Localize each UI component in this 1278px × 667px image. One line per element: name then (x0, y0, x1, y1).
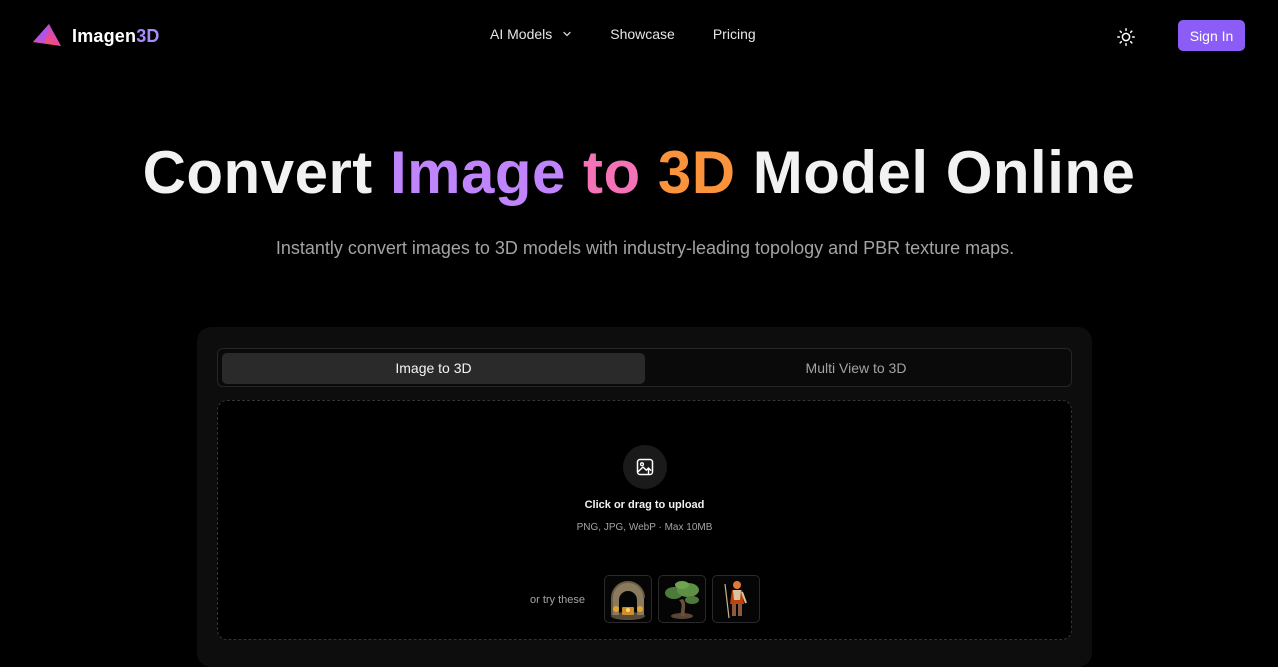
brand-logo[interactable]: Imagen3D (32, 22, 160, 50)
sample-bonsai-tree[interactable] (658, 575, 706, 623)
main-nav: AI Models Showcase Pricing (490, 26, 794, 42)
hero-title-to: to (565, 139, 658, 206)
bonsai-tree-thumbnail (665, 581, 699, 619)
hero-title-image: Image (389, 139, 566, 206)
hero-title-part3: Model Online (735, 139, 1136, 206)
upload-dropzone[interactable]: Click or drag to upload PNG, JPG, WebP ·… (217, 400, 1072, 640)
nav-pricing[interactable]: Pricing (713, 26, 756, 42)
hero-subtitle: Instantly convert images to 3D models wi… (275, 238, 1015, 258)
sun-icon (1117, 28, 1135, 46)
image-upload-icon (636, 458, 654, 476)
warrior-figure-thumbnail (724, 581, 747, 619)
upload-title: Click or drag to upload (584, 499, 705, 511)
hero-title: Convert Image to 3D Model Online (0, 138, 1278, 207)
nav-showcase[interactable]: Showcase (610, 26, 675, 42)
stone-archway-thumbnail (611, 581, 645, 620)
try-samples-label: or try these (530, 594, 586, 606)
nav-pricing-label: Pricing (712, 26, 756, 42)
chevron-down-icon (563, 31, 571, 37)
tab-multi-view-to-3d[interactable]: Multi View to 3D (645, 353, 1067, 384)
brand-name: Imagen3D (72, 25, 160, 46)
nav-showcase-label: Showcase (610, 26, 675, 42)
upload-hint: PNG, JPG, WebP · Max 10MB (576, 522, 713, 533)
tab-image-to-3d[interactable]: Image to 3D (222, 353, 645, 384)
sample-warrior-figure[interactable] (712, 575, 760, 623)
sample-stone-archway[interactable] (604, 575, 652, 623)
hero-title-3d: 3D (657, 139, 736, 206)
site-header: Imagen3D AI Models Showcase Pricing Sign… (0, 0, 1278, 72)
sign-in-button[interactable]: Sign In (1178, 20, 1245, 51)
logo-icon (33, 24, 61, 46)
theme-toggle-button[interactable] (1114, 25, 1138, 49)
converter-card: Image to 3D Multi View to 3D Click or dr… (197, 327, 1092, 667)
mode-tabs: Image to 3D Multi View to 3D (217, 348, 1072, 387)
hero-title-part1: Convert (142, 139, 390, 206)
nav-ai-models[interactable]: AI Models (490, 26, 572, 42)
upload-icon-circle (623, 445, 667, 489)
nav-ai-models-label: AI Models (490, 26, 553, 42)
